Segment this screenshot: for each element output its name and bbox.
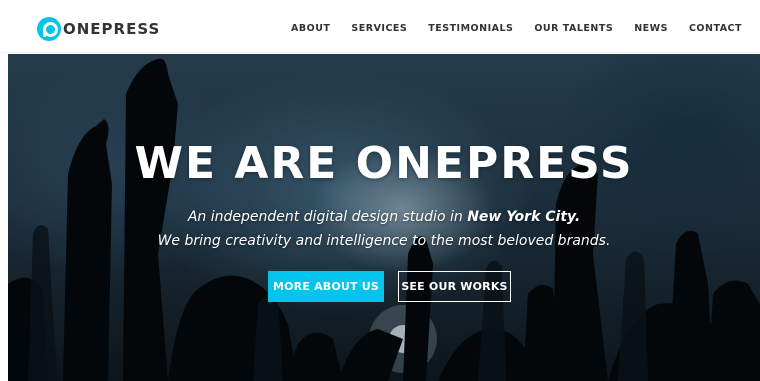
nav-item-services[interactable]: SERVICES <box>351 23 407 34</box>
hero-subtitle-prefix: An independent digital design studio in <box>187 209 468 225</box>
hero-subtitle-line-1: An independent digital design studio in … <box>8 209 760 225</box>
site-logo-link[interactable]: ONEPRESS <box>37 17 160 41</box>
site-header: ONEPRESS ABOUT SERVICES TESTIMONIALS OUR… <box>0 0 760 53</box>
nav-item-testimonials[interactable]: TESTIMONIALS <box>428 23 513 34</box>
nav-item-our-talents[interactable]: OUR TALENTS <box>534 23 613 34</box>
see-our-works-button[interactable]: SEE OUR WORKS <box>398 271 511 302</box>
more-about-us-button[interactable]: MORE ABOUT US <box>268 271 384 302</box>
onepress-p-logo-icon <box>37 17 61 41</box>
hero-subtitle-line-2: We bring creativity and intelligence to … <box>157 233 611 249</box>
hero-section: WE ARE ONEPRESS An independent digital d… <box>8 54 760 381</box>
nav-item-contact[interactable]: CONTACT <box>689 23 742 34</box>
hero-subtitle-city: New York City. <box>467 209 581 225</box>
nav-item-news[interactable]: NEWS <box>634 23 668 34</box>
site-logo-text: ONEPRESS <box>63 20 161 38</box>
nav-item-about[interactable]: ABOUT <box>291 23 330 34</box>
hero-title: WE ARE ONEPRESS <box>134 138 634 189</box>
nav-menu: ABOUT SERVICES TESTIMONIALS OUR TALENTS … <box>270 0 742 53</box>
